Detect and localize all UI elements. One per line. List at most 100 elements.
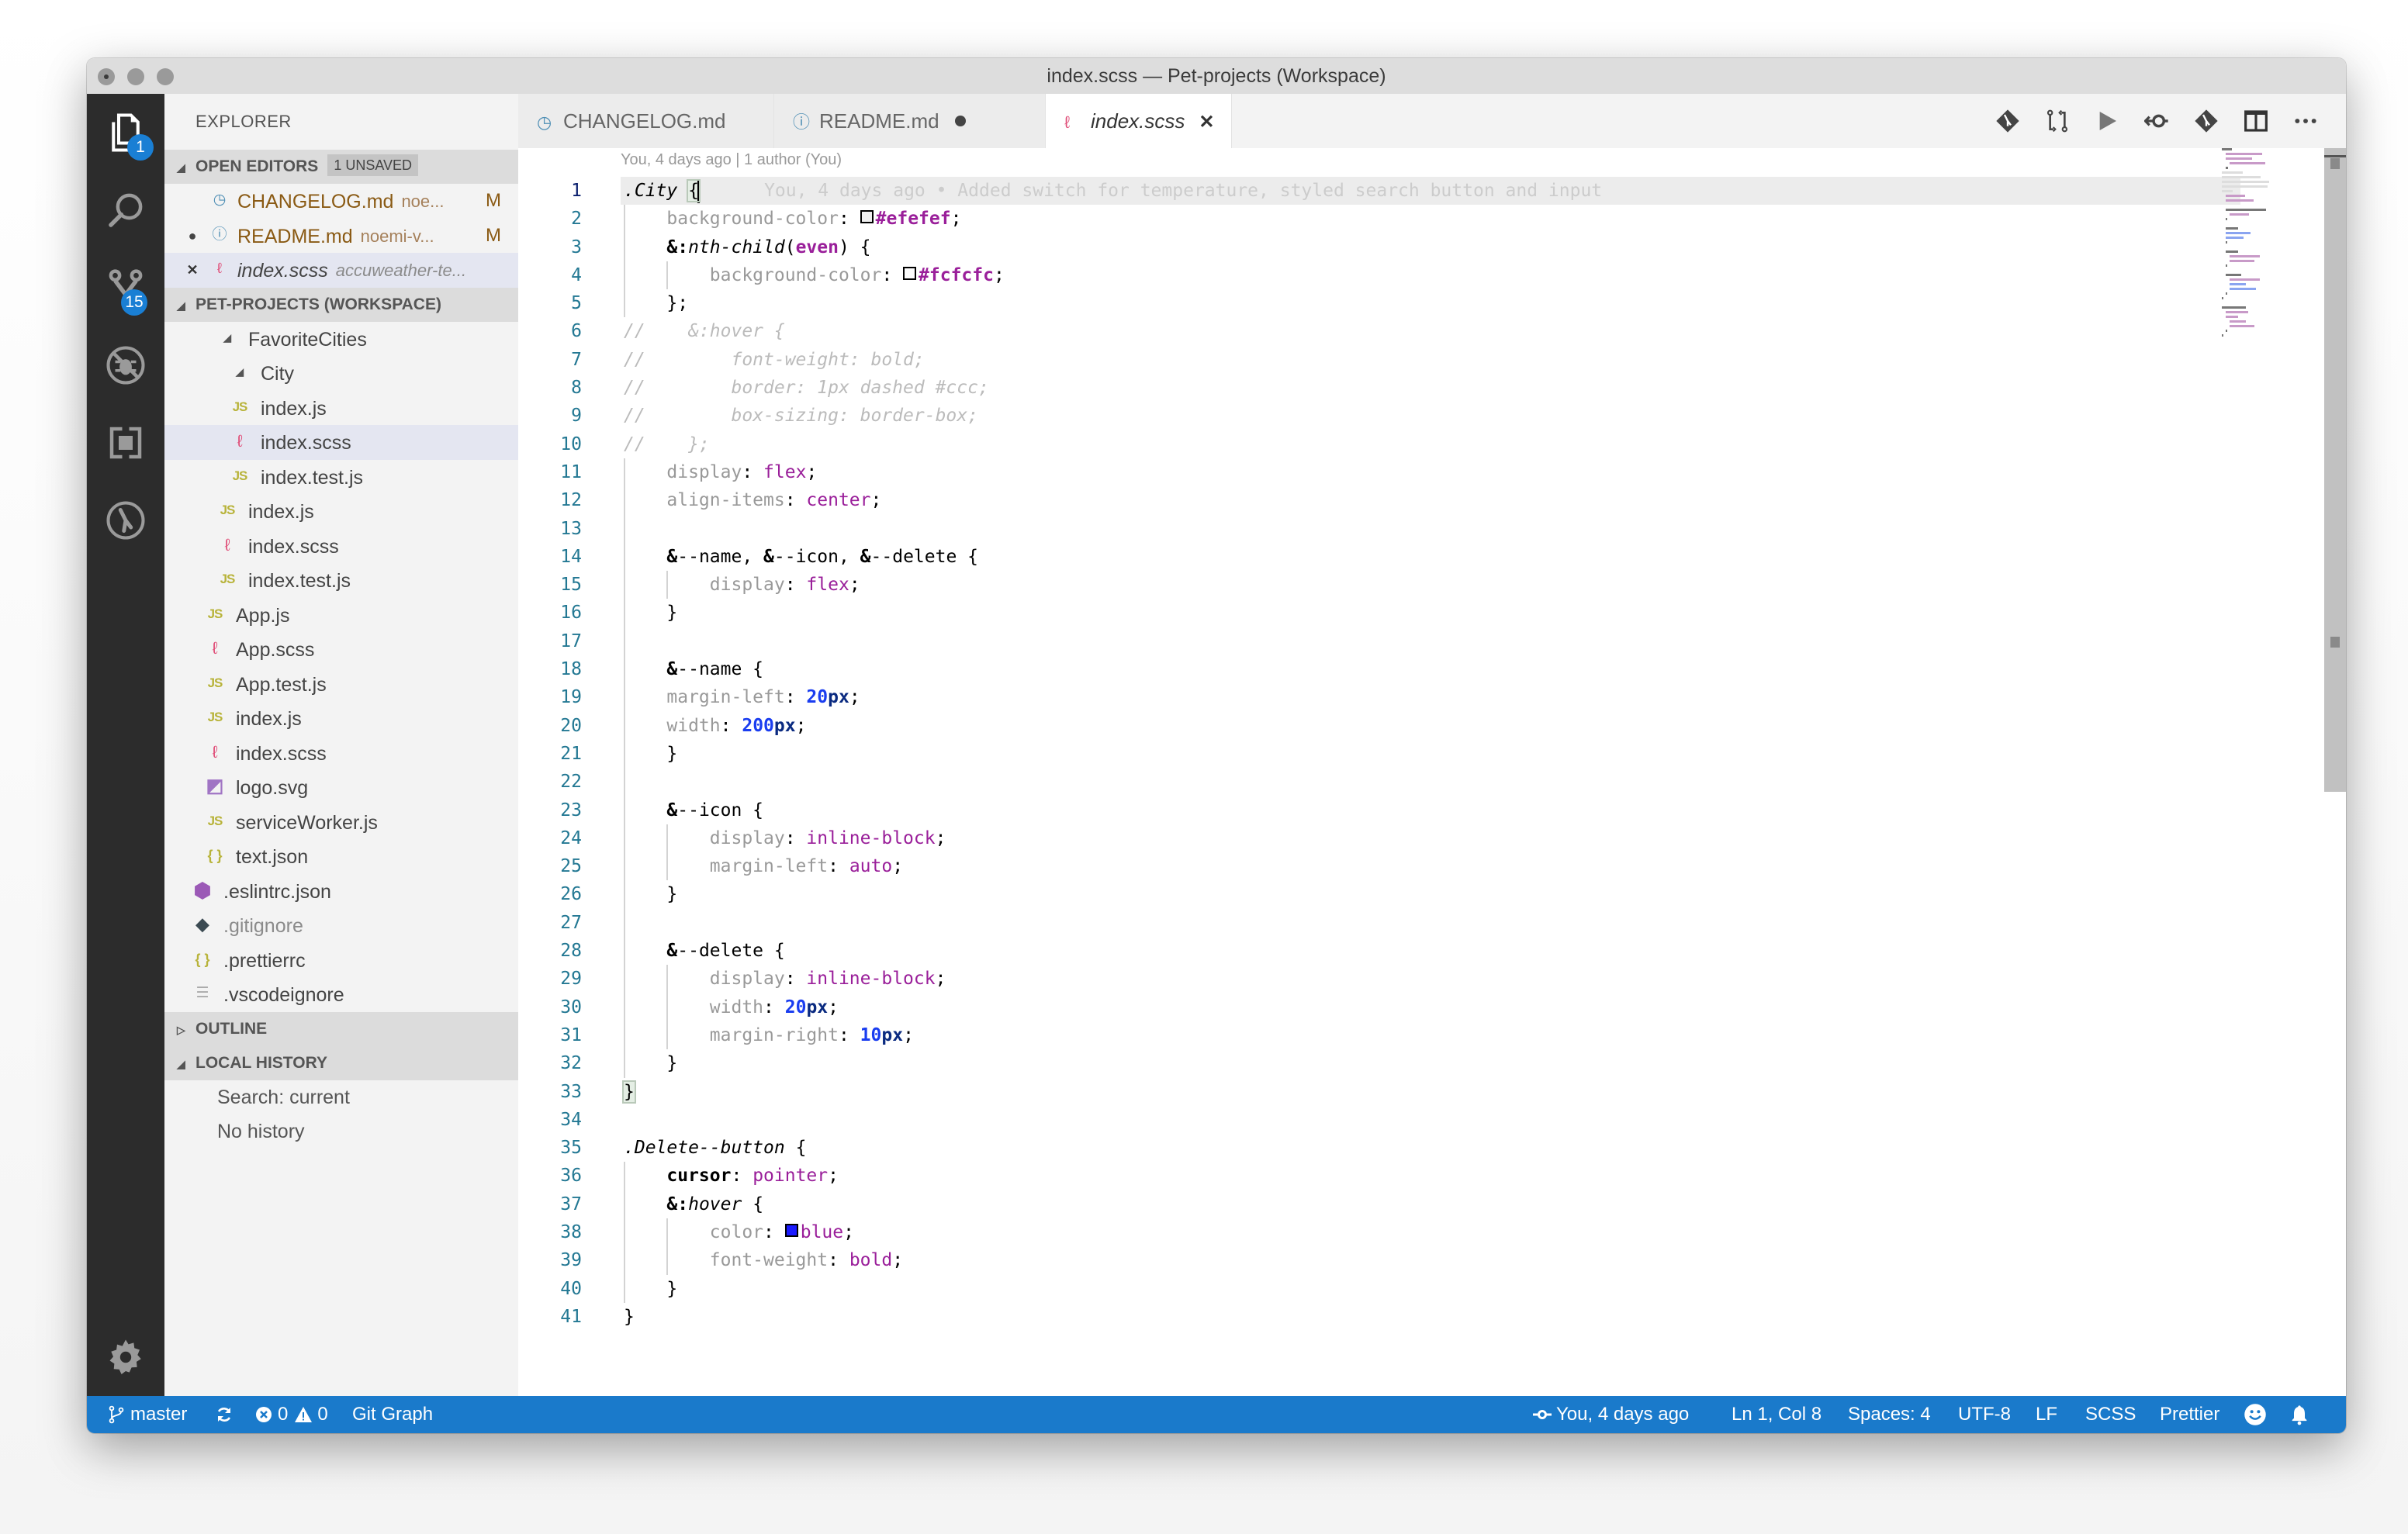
line-number[interactable]: 32 bbox=[518, 1049, 582, 1077]
tree-file[interactable]: ◩ logo.svg bbox=[164, 770, 518, 805]
code-line[interactable]: 25 margin-left: auto; bbox=[518, 852, 2346, 881]
activity-source-control[interactable]: 15 bbox=[87, 249, 164, 326]
tree-file[interactable]: JS App.js bbox=[164, 598, 518, 633]
code-line[interactable]: 11 display: flex; bbox=[518, 458, 2346, 487]
code-line[interactable]: 36 cursor: pointer; bbox=[518, 1162, 2346, 1190]
line-number[interactable]: 34 bbox=[518, 1106, 582, 1134]
tab-index-scss[interactable]: ℓ index.scss ✕ bbox=[1046, 94, 1232, 148]
code-line[interactable]: 21 } bbox=[518, 739, 2346, 769]
notifications-button[interactable] bbox=[2289, 1396, 2315, 1433]
open-editor-item[interactable]: ◷ CHANGELOG.md noe... M bbox=[164, 184, 518, 219]
line-number[interactable]: 31 bbox=[518, 1021, 582, 1049]
line-number[interactable]: 5 bbox=[518, 289, 582, 317]
tree-file[interactable]: JS index.js bbox=[164, 391, 518, 426]
code-line[interactable]: 38 color: blue; bbox=[518, 1218, 2346, 1247]
code-line[interactable]: 14 &--name, &--icon, &--delete { bbox=[518, 542, 2346, 572]
line-number[interactable]: 18 bbox=[518, 655, 582, 683]
codelens-blame[interactable]: You, 4 days ago | 1 author (You) bbox=[621, 151, 842, 169]
line-number[interactable]: 13 bbox=[518, 515, 582, 543]
history-search[interactable]: Search: current bbox=[164, 1080, 518, 1115]
line-number[interactable]: 19 bbox=[518, 683, 582, 711]
tree-file[interactable]: ℓ index.scss bbox=[164, 529, 518, 564]
code-line[interactable]: 37 &:hover { bbox=[518, 1190, 2346, 1218]
close-editor-icon[interactable]: ✕ bbox=[183, 253, 202, 288]
line-number[interactable]: 40 bbox=[518, 1275, 582, 1303]
line-number[interactable]: 21 bbox=[518, 740, 582, 768]
pull-request-button[interactable] bbox=[2033, 94, 2082, 148]
tree-file[interactable]: ⬢ .eslintrc.json bbox=[164, 874, 518, 909]
tree-file[interactable]: JS index.js bbox=[164, 701, 518, 736]
tree-file[interactable]: ☰ .vscodeignore bbox=[164, 977, 518, 1012]
line-number[interactable]: 20 bbox=[518, 712, 582, 740]
cursor-position[interactable]: Ln 1, Col 8 bbox=[1732, 1396, 1822, 1433]
code-line[interactable]: 18 &--name { bbox=[518, 655, 2346, 684]
code-line[interactable]: 9 // box-sizing: border-box; bbox=[518, 402, 2346, 430]
code-line[interactable]: 13 bbox=[518, 514, 2346, 543]
line-number[interactable]: 41 bbox=[518, 1303, 582, 1331]
line-number[interactable]: 10 bbox=[518, 430, 582, 458]
tree-file[interactable]: JS index.test.js bbox=[164, 460, 518, 495]
blame-status[interactable]: You, 4 days ago bbox=[1533, 1396, 1689, 1433]
code-line[interactable]: 19 margin-left: 20px; bbox=[518, 683, 2346, 712]
branch-indicator[interactable]: master bbox=[107, 1396, 187, 1433]
outline-header[interactable]: ▷ OUTLINE bbox=[164, 1011, 518, 1046]
line-number[interactable]: 25 bbox=[518, 852, 582, 880]
line-number[interactable]: 22 bbox=[518, 768, 582, 796]
code-line[interactable]: 40 } bbox=[518, 1274, 2346, 1303]
open-changes-button[interactable] bbox=[2132, 94, 2181, 148]
more-actions-button[interactable] bbox=[2281, 94, 2330, 148]
tree-file[interactable]: JS App.test.js bbox=[164, 667, 518, 702]
code-line[interactable]: 24 display: inline-block; bbox=[518, 824, 2346, 853]
code-line[interactable]: 16 } bbox=[518, 599, 2346, 627]
code-line[interactable]: 8 // border: 1px dashed #ccc; bbox=[518, 374, 2346, 402]
activity-settings[interactable] bbox=[87, 1318, 164, 1396]
code-line[interactable]: 4 background-color: #fcfcfc; bbox=[518, 261, 2346, 290]
line-number[interactable]: 2 bbox=[518, 205, 582, 233]
git-compare-button[interactable] bbox=[1983, 94, 2033, 148]
activity-gitlens[interactable] bbox=[87, 482, 164, 559]
unsaved-dot-icon[interactable] bbox=[954, 116, 966, 127]
sync-button[interactable] bbox=[215, 1396, 238, 1433]
line-number[interactable]: 27 bbox=[518, 909, 582, 937]
line-number[interactable]: 9 bbox=[518, 402, 582, 430]
line-number[interactable]: 38 bbox=[518, 1218, 582, 1246]
line-number[interactable]: 23 bbox=[518, 796, 582, 824]
indentation[interactable]: Spaces: 4 bbox=[1848, 1396, 1931, 1433]
code-line[interactable]: 15 display: flex; bbox=[518, 571, 2346, 599]
tree-folder[interactable]: ◢ City bbox=[164, 356, 518, 391]
problems-indicator[interactable]: 0 0 bbox=[254, 1396, 328, 1433]
code-line[interactable]: 7 // font-weight: bold; bbox=[518, 346, 2346, 374]
tree-file[interactable]: ℓ App.scss bbox=[164, 632, 518, 667]
code-line[interactable]: 3 &:nth-child(even) { bbox=[518, 233, 2346, 261]
code-line[interactable]: 5 }; bbox=[518, 289, 2346, 318]
tree-folder[interactable]: ◢ FavoriteCities bbox=[164, 322, 518, 357]
line-number[interactable]: 17 bbox=[518, 627, 582, 655]
line-number[interactable]: 12 bbox=[518, 486, 582, 514]
formatter[interactable]: Prettier bbox=[2160, 1396, 2219, 1433]
run-button[interactable] bbox=[2082, 94, 2132, 148]
code-line[interactable]: 39 font-weight: bold; bbox=[518, 1246, 2346, 1275]
line-number[interactable]: 7 bbox=[518, 346, 582, 374]
tree-file[interactable]: JS serviceWorker.js bbox=[164, 805, 518, 840]
line-number[interactable]: 35 bbox=[518, 1134, 582, 1162]
code-line[interactable]: 28 &--delete { bbox=[518, 937, 2346, 966]
line-number[interactable]: 4 bbox=[518, 261, 582, 289]
tree-file[interactable]: { } text.json bbox=[164, 839, 518, 874]
line-number[interactable]: 8 bbox=[518, 374, 582, 402]
code-line[interactable]: 31 margin-right: 10px; bbox=[518, 1021, 2346, 1050]
code-line[interactable]: 41} bbox=[518, 1303, 2346, 1331]
code-line[interactable]: 34 bbox=[518, 1106, 2346, 1134]
code-line[interactable]: 10 // }; bbox=[518, 430, 2346, 458]
line-number[interactable]: 6 bbox=[518, 317, 582, 345]
line-number[interactable]: 1 bbox=[518, 177, 582, 205]
tree-file[interactable]: ℓ index.scss bbox=[164, 736, 518, 771]
language-mode[interactable]: SCSS bbox=[2085, 1396, 2136, 1433]
color-swatch[interactable] bbox=[784, 1223, 798, 1237]
color-swatch[interactable] bbox=[860, 210, 874, 224]
tree-file[interactable]: JS index.test.js bbox=[164, 563, 518, 598]
git-button[interactable] bbox=[2181, 94, 2231, 148]
line-number[interactable]: 16 bbox=[518, 599, 582, 627]
inline-blame[interactable]: You, 4 days ago • Added switch for tempe… bbox=[764, 181, 1602, 201]
activity-extensions[interactable] bbox=[87, 404, 164, 482]
local-history-header[interactable]: ◢ LOCAL HISTORY bbox=[164, 1045, 518, 1080]
